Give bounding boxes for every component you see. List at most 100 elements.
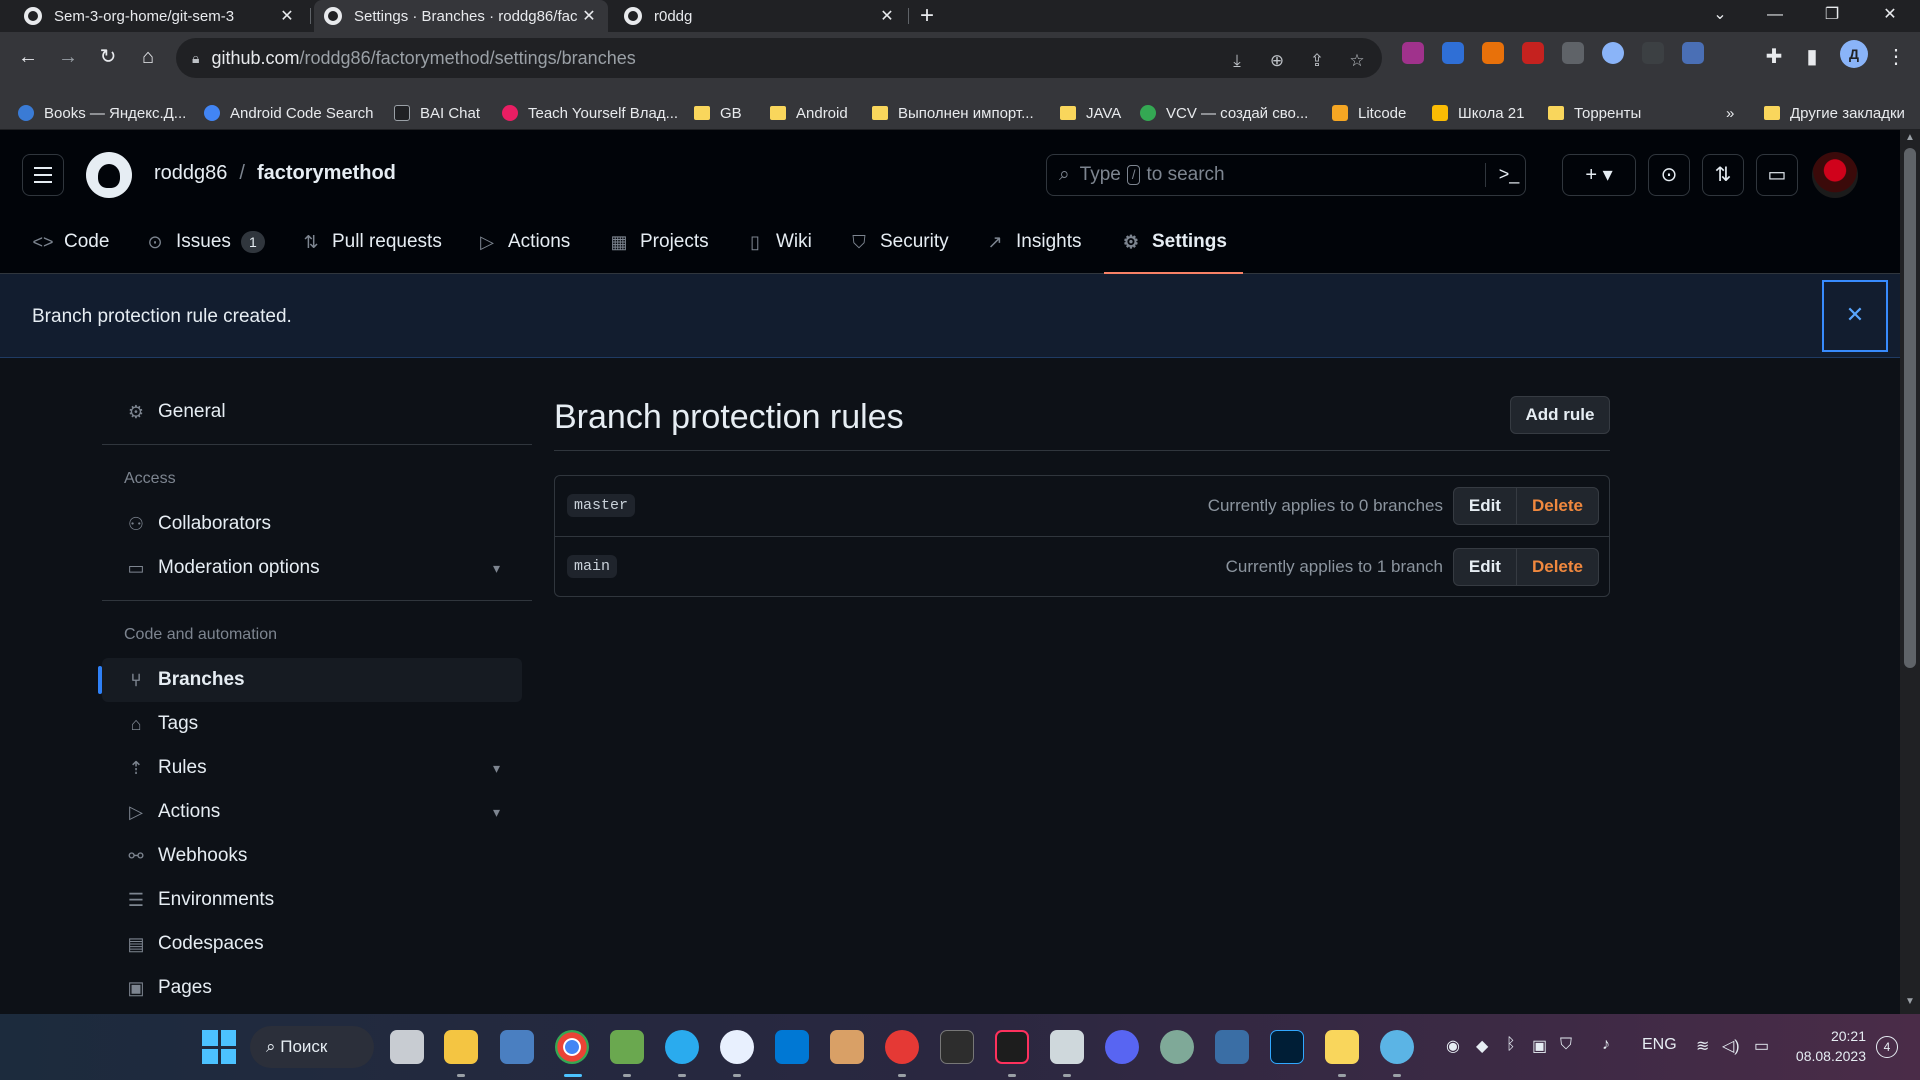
taskbar-search[interactable]: ⌕ Поиск (250, 1026, 374, 1068)
language-indicator[interactable]: ENG (1642, 1036, 1677, 1054)
address-bar[interactable]: 🔒︎ github.com/roddg86/factorymethod/sett… (176, 38, 1382, 78)
task-view-icon[interactable] (390, 1030, 424, 1064)
search-input[interactable]: ⌕ Type / to search >_ (1046, 154, 1526, 196)
app-icon[interactable] (1325, 1030, 1359, 1064)
telegram-icon[interactable] (665, 1030, 699, 1064)
close-icon[interactable]: ✕ (580, 6, 598, 26)
extension-icon[interactable] (1602, 42, 1624, 64)
close-icon[interactable]: ✕ (1822, 280, 1888, 352)
microphone-icon[interactable]: ♪ (1602, 1036, 1610, 1054)
vscode-icon[interactable] (775, 1030, 809, 1064)
issues-icon[interactable]: ⊙ (1648, 154, 1690, 196)
app-icon[interactable] (1215, 1030, 1249, 1064)
sidebar-item-rules[interactable]: ⇡ Rules ▾ (102, 746, 522, 790)
virtualbox-icon[interactable] (1050, 1030, 1084, 1064)
terminal-icon[interactable] (940, 1030, 974, 1064)
close-icon[interactable]: ✕ (878, 6, 896, 26)
sidebar-item-codespaces[interactable]: ▤ Codespaces (102, 922, 522, 966)
close-icon[interactable]: ✕ (278, 6, 296, 26)
app-tray-icon[interactable]: ▣ (1532, 1036, 1547, 1056)
tab-search-icon[interactable]: ⌄ (1700, 0, 1740, 32)
back-icon[interactable]: ← (12, 42, 44, 74)
bluetooth-icon[interactable]: ᛒ (1506, 1036, 1516, 1054)
bookmark-folder[interactable]: GB (694, 101, 742, 125)
bookmark-item[interactable]: Android Code Search (204, 101, 373, 125)
new-tab-button[interactable]: + (920, 2, 934, 30)
sidebar-item-actions[interactable]: ▷ Actions ▾ (102, 790, 522, 834)
sidebar-item-moderation[interactable]: ▭ Moderation options ▾ (102, 546, 522, 590)
extension-icon[interactable] (1562, 42, 1584, 64)
bookmark-item[interactable]: Школа 21 (1432, 101, 1524, 125)
bookmark-item[interactable]: Books — Яндекс.Д... (18, 101, 186, 125)
tab-projects[interactable]: ▦ Projects (608, 210, 708, 274)
tab-code[interactable]: <> Code (32, 210, 109, 274)
battery-icon[interactable]: ▭ (1754, 1036, 1769, 1056)
app-icon[interactable] (500, 1030, 534, 1064)
other-bookmarks-folder[interactable]: Другие закладки (1764, 101, 1905, 125)
notifications-badge[interactable]: 4 (1876, 1036, 1898, 1058)
taskbar-clock[interactable]: 20:21 08.08.2023 (1790, 1026, 1866, 1066)
intellij-icon[interactable] (995, 1030, 1029, 1064)
nvidia-tray-icon[interactable]: ◆ (1476, 1036, 1488, 1056)
bookmark-item[interactable]: BAI Chat (394, 101, 480, 125)
telegram-tray-icon[interactable]: ◉ (1446, 1036, 1460, 1056)
create-new-button[interactable]: + ▾ (1562, 154, 1636, 196)
app-icon[interactable] (830, 1030, 864, 1064)
browser-tab[interactable]: r0ddg ✕ (614, 0, 906, 32)
edit-button[interactable]: Edit (1454, 488, 1517, 524)
translate-extension-icon[interactable] (1642, 42, 1664, 64)
delete-button[interactable]: Delete (1517, 549, 1598, 585)
tab-issues[interactable]: ⊙ Issues 1 (144, 210, 265, 274)
delete-button[interactable]: Delete (1517, 488, 1598, 524)
extension-icon[interactable] (1402, 42, 1424, 64)
install-icon[interactable]: ⤓ (1226, 50, 1248, 72)
yandex-browser-icon[interactable] (885, 1030, 919, 1064)
repo-name-link[interactable]: factorymethod (257, 162, 396, 185)
bookmarks-overflow-button[interactable]: » (1726, 101, 1734, 125)
side-panel-icon[interactable]: ▮ (1796, 42, 1828, 74)
sidebar-item-collaborators[interactable]: ⚇ Collaborators (102, 502, 522, 546)
browser-tab[interactable]: Sem-3-org-home/git-sem-3 ✕ (14, 0, 306, 32)
command-palette-icon[interactable]: >_ (1493, 159, 1525, 191)
scroll-thumb[interactable] (1904, 148, 1916, 668)
volume-icon[interactable]: ◁) (1722, 1036, 1740, 1056)
shield-extension-icon[interactable] (1442, 42, 1464, 64)
extensions-puzzle-icon[interactable]: ✚ (1758, 42, 1790, 74)
scroll-down-icon[interactable]: ▼ (1900, 996, 1920, 1007)
extension-icon[interactable] (1482, 42, 1504, 64)
windows-start-icon[interactable] (202, 1030, 236, 1064)
sidebar-item-webhooks[interactable]: ⚯ Webhooks (102, 834, 522, 878)
tab-settings[interactable]: ⚙ Settings (1104, 210, 1243, 274)
profile-avatar[interactable]: Д (1840, 40, 1868, 68)
bookmark-folder[interactable]: JAVA (1060, 101, 1121, 125)
sidebar-item-general[interactable]: ⚙ General (102, 390, 522, 434)
add-rule-button[interactable]: Add rule (1510, 396, 1610, 434)
file-explorer-icon[interactable] (444, 1030, 478, 1064)
extension-icon[interactable] (1682, 42, 1704, 64)
hamburger-menu-icon[interactable] (22, 154, 64, 196)
tab-actions[interactable]: ▷ Actions (476, 210, 570, 274)
window-close-icon[interactable]: ✕ (1870, 0, 1910, 32)
home-icon[interactable]: ⌂ (132, 42, 164, 74)
minimize-icon[interactable]: — (1755, 0, 1795, 32)
app-icon[interactable] (610, 1030, 644, 1064)
app-icon[interactable] (720, 1030, 754, 1064)
sidebar-item-environments[interactable]: ☰ Environments (102, 878, 522, 922)
tab-security[interactable]: ⛉ Security (848, 210, 948, 274)
user-avatar[interactable] (1812, 152, 1858, 198)
app-icon[interactable] (1160, 1030, 1194, 1064)
reload-icon[interactable]: ↻ (92, 42, 124, 74)
repo-owner-link[interactable]: roddg86 (154, 162, 227, 185)
scroll-up-icon[interactable]: ▲ (1900, 132, 1920, 143)
forward-icon[interactable]: → (52, 42, 84, 74)
bookmark-item[interactable]: VCV — создай сво... (1140, 101, 1308, 125)
bookmark-folder[interactable]: Торренты (1548, 101, 1641, 125)
app-icon[interactable] (1380, 1030, 1414, 1064)
sidebar-item-pages[interactable]: ▣ Pages (102, 966, 522, 1010)
bookmark-star-icon[interactable]: ☆ (1346, 50, 1368, 72)
pdf-extension-icon[interactable] (1522, 42, 1544, 64)
photoshop-icon[interactable] (1270, 1030, 1304, 1064)
bookmark-folder[interactable]: Выполнен импорт... (872, 101, 1034, 125)
github-logo-icon[interactable] (86, 152, 132, 198)
sidebar-item-tags[interactable]: ⌂ Tags (102, 702, 522, 746)
